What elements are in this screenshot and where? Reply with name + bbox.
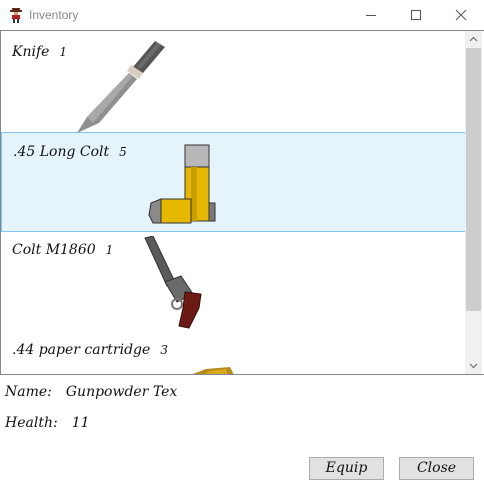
equip-button[interactable]: Equip (309, 457, 384, 480)
list-item-colt-m1860[interactable]: Colt M1860 1 (1, 231, 466, 331)
chevron-down-icon (469, 363, 478, 369)
item-name: .45 Long Colt (13, 144, 110, 160)
paper-cartridge-icon (192, 367, 234, 374)
item-label: .44 paper cartridge 3 (12, 342, 168, 358)
minimize-button[interactable] (348, 0, 394, 30)
scrollbar-thumb[interactable] (466, 48, 481, 311)
health-value: 11 (71, 415, 90, 431)
revolver-icon (144, 236, 202, 329)
cartridges-icon (148, 144, 216, 224)
item-label: .45 Long Colt 5 (13, 144, 127, 160)
character-health-row: Health: 11 (5, 415, 90, 431)
maximize-icon (411, 10, 421, 20)
list-item-44-paper-cartridge[interactable]: .44 paper cartridge 3 (1, 331, 466, 374)
minimize-icon (366, 15, 376, 16)
item-name: .44 paper cartridge (12, 342, 151, 358)
title-bar[interactable]: Inventory (0, 0, 484, 30)
close-button[interactable]: Close (399, 457, 474, 480)
list-scrollbar[interactable] (465, 31, 482, 374)
knife-icon (77, 41, 165, 133)
inventory-list[interactable]: Knife 1 .45 Long Colt 5 Colt M1860 1 .44… (0, 30, 484, 375)
scroll-down-button[interactable] (465, 357, 482, 374)
item-count: 5 (119, 145, 127, 159)
list-item-knife[interactable]: Knife 1 (1, 33, 466, 133)
name-label: Name: (5, 384, 52, 400)
item-name: Knife (12, 44, 50, 60)
close-icon (455, 9, 467, 21)
window-close-button[interactable] (438, 0, 484, 30)
item-label: Colt M1860 1 (12, 242, 113, 258)
inventory-window: Inventory Knife 1 .45 Long Colt 5 Colt M… (0, 0, 484, 491)
scroll-up-button[interactable] (465, 31, 482, 48)
item-count: 1 (59, 45, 68, 59)
health-label: Health: (5, 415, 58, 431)
item-name: Colt M1860 (12, 242, 96, 258)
chevron-up-icon (469, 36, 478, 42)
name-value: Gunpowder Tex (65, 384, 178, 400)
character-name-row: Name: Gunpowder Tex (5, 384, 177, 400)
item-label: Knife 1 (12, 44, 67, 60)
maximize-button[interactable] (393, 0, 439, 30)
gunslinger-icon (10, 8, 22, 23)
list-item-45-long-colt[interactable]: .45 Long Colt 5 (1, 132, 466, 232)
item-count: 3 (160, 343, 168, 357)
item-count: 1 (105, 243, 114, 257)
window-title: Inventory (29, 8, 79, 22)
